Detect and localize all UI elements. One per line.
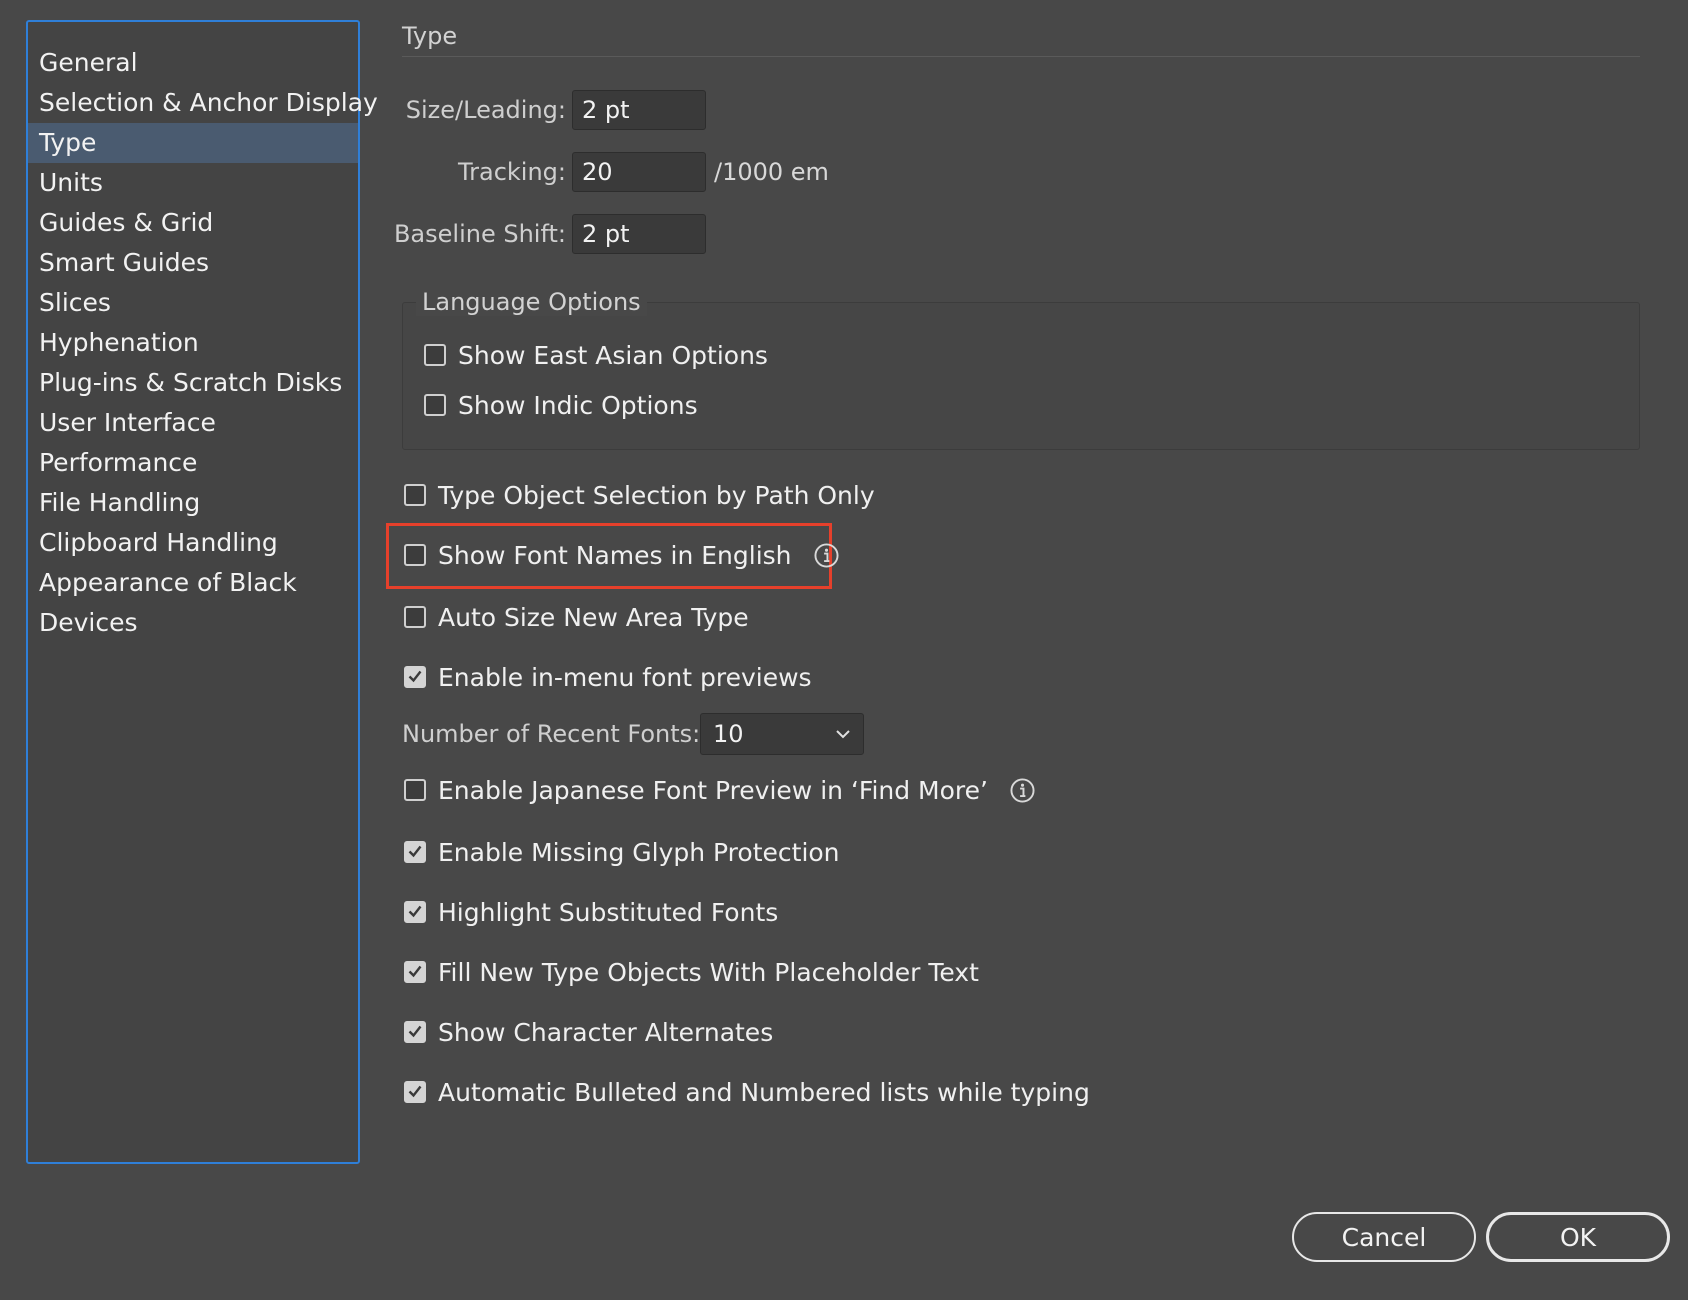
recent-fonts-select[interactable]: 10: [700, 713, 864, 755]
show-font-names-english-row[interactable]: Show Font Names in English: [404, 538, 839, 572]
in-menu-font-previews-label: Enable in-menu font previews: [438, 662, 812, 692]
japanese-font-preview-row[interactable]: Enable Japanese Font Preview in ‘Find Mo…: [404, 773, 1035, 807]
auto-size-area-type-row[interactable]: Auto Size New Area Type: [404, 600, 749, 634]
language-options-title: Language Options: [416, 288, 647, 316]
info-icon[interactable]: [813, 542, 839, 568]
character-alternates-row[interactable]: Show Character Alternates: [404, 1015, 773, 1049]
placeholder-text-row[interactable]: Fill New Type Objects With Placeholder T…: [404, 955, 979, 989]
auto-size-area-type-checkbox[interactable]: [404, 606, 426, 628]
missing-glyph-protection-label: Enable Missing Glyph Protection: [438, 837, 840, 867]
in-menu-font-previews-row[interactable]: Enable in-menu font previews: [404, 660, 812, 694]
auto-bulleted-lists-row[interactable]: Automatic Bulleted and Numbered lists wh…: [404, 1075, 1090, 1109]
show-font-names-english-label: Show Font Names in English: [438, 540, 792, 570]
cancel-button[interactable]: Cancel: [1292, 1212, 1476, 1262]
sidebar-item-plugins-scratch-disks[interactable]: Plug-ins & Scratch Disks: [28, 363, 358, 403]
japanese-font-preview-label: Enable Japanese Font Preview in ‘Find Mo…: [438, 775, 988, 805]
ok-button[interactable]: OK: [1486, 1212, 1670, 1262]
sidebar-item-general[interactable]: General: [28, 43, 358, 83]
sidebar-item-slices[interactable]: Slices: [28, 283, 358, 323]
type-object-selection-label: Type Object Selection by Path Only: [438, 480, 875, 510]
auto-bulleted-lists-checkbox[interactable]: [404, 1081, 426, 1103]
checkmark-icon: [408, 1085, 422, 1098]
show-font-names-english-checkbox[interactable]: [404, 544, 426, 566]
chevron-down-icon: [836, 730, 850, 739]
auto-bulleted-lists-label: Automatic Bulleted and Numbered lists wh…: [438, 1077, 1090, 1107]
sidebar-item-clipboard-handling[interactable]: Clipboard Handling: [28, 523, 358, 563]
baseline-shift-input[interactable]: [572, 214, 706, 254]
placeholder-text-label: Fill New Type Objects With Placeholder T…: [438, 957, 979, 987]
size-leading-input[interactable]: [572, 90, 706, 130]
section-title: Type: [402, 22, 458, 50]
japanese-font-preview-checkbox[interactable]: [404, 779, 426, 801]
tracking-unit: /1000 em: [714, 158, 829, 186]
sidebar-item-hyphenation[interactable]: Hyphenation: [28, 323, 358, 363]
highlight-substituted-fonts-label: Highlight Substituted Fonts: [438, 897, 779, 927]
checkmark-icon: [408, 845, 422, 858]
sidebar-item-selection-anchor-display[interactable]: Selection & Anchor Display: [28, 83, 378, 123]
info-icon[interactable]: [1010, 777, 1035, 803]
baseline-shift-label: Baseline Shift:: [393, 220, 566, 248]
tracking-input[interactable]: [572, 152, 706, 192]
sidebar-item-devices[interactable]: Devices: [28, 603, 358, 643]
sidebar-item-units[interactable]: Units: [28, 163, 358, 203]
auto-size-area-type-label: Auto Size New Area Type: [438, 602, 749, 632]
recent-fonts-label: Number of Recent Fonts:: [402, 720, 701, 748]
sidebar-item-user-interface[interactable]: User Interface: [28, 403, 358, 443]
placeholder-text-checkbox[interactable]: [404, 961, 426, 983]
checkmark-icon: [408, 670, 422, 683]
sidebar-item-smart-guides[interactable]: Smart Guides: [28, 243, 358, 283]
checkmark-icon: [408, 1025, 422, 1038]
show-indic-options-row[interactable]: Show Indic Options: [424, 388, 698, 422]
type-object-selection-row[interactable]: Type Object Selection by Path Only: [404, 478, 875, 512]
show-east-asian-options-row[interactable]: Show East Asian Options: [424, 338, 768, 372]
size-leading-label: Size/Leading:: [405, 96, 566, 124]
checkmark-icon: [408, 905, 422, 918]
highlight-substituted-fonts-row[interactable]: Highlight Substituted Fonts: [404, 895, 778, 929]
sidebar-item-appearance-of-black[interactable]: Appearance of Black: [28, 563, 358, 603]
recent-fonts-value: 10: [713, 720, 744, 748]
sidebar-item-file-handling[interactable]: File Handling: [28, 483, 358, 523]
in-menu-font-previews-checkbox[interactable]: [404, 666, 426, 688]
missing-glyph-protection-checkbox[interactable]: [404, 841, 426, 863]
show-indic-options-checkbox[interactable]: [424, 394, 446, 416]
show-east-asian-options-checkbox[interactable]: [424, 344, 446, 366]
section-divider: [402, 56, 1640, 57]
character-alternates-checkbox[interactable]: [404, 1021, 426, 1043]
sidebar-item-performance[interactable]: Performance: [28, 443, 358, 483]
missing-glyph-protection-row[interactable]: Enable Missing Glyph Protection: [404, 835, 840, 869]
preferences-category-list[interactable]: General Selection & Anchor Display Type …: [26, 20, 378, 1164]
highlight-substituted-fonts-checkbox[interactable]: [404, 901, 426, 923]
language-options-group: [402, 302, 1640, 450]
character-alternates-label: Show Character Alternates: [438, 1017, 774, 1047]
show-indic-options-label: Show Indic Options: [458, 390, 698, 420]
sidebar-item-guides-grid[interactable]: Guides & Grid: [28, 203, 358, 243]
show-east-asian-options-label: Show East Asian Options: [458, 340, 768, 370]
type-object-selection-checkbox[interactable]: [404, 484, 426, 506]
tracking-label: Tracking:: [458, 158, 566, 186]
checkmark-icon: [408, 965, 422, 978]
sidebar-item-type[interactable]: Type: [28, 123, 358, 163]
